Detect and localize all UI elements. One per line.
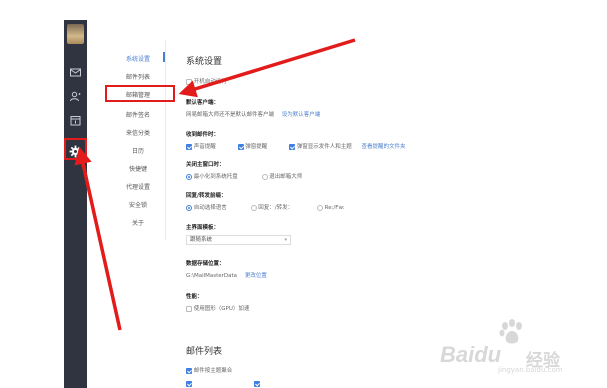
- new-mail-heading: 收到邮件时：: [186, 132, 220, 138]
- paw-logo-icon: [499, 319, 522, 344]
- baidu-watermark: Baidu 经验 jingyan.baidu.com: [440, 318, 600, 374]
- nav-item-system-settings[interactable]: 系统设置: [110, 52, 166, 63]
- autostart-checkbox[interactable]: [186, 78, 192, 85]
- theme-select-value: 跟随系统: [190, 237, 213, 243]
- aggregate-by-subject-option[interactable]: 邮件按主题聚合: [186, 366, 232, 374]
- contacts-icon[interactable]: [69, 90, 82, 103]
- left-margin: [0, 0, 64, 388]
- popup-sender-checkbox[interactable]: [289, 143, 296, 150]
- nav-item-calendar[interactable]: 日历: [110, 146, 166, 155]
- nav-item-proxy[interactable]: 代理设置: [110, 182, 166, 191]
- theme-select[interactable]: 跟随系统 ▾: [186, 235, 291, 245]
- change-location-link[interactable]: 更改位置: [245, 273, 267, 279]
- theme-heading: 主界面模板：: [186, 225, 220, 231]
- chevron-down-icon: ▾: [284, 237, 287, 243]
- default-client-heading: 默认客户端：: [186, 100, 220, 106]
- default-client-row: 网易邮箱大师还不是默认邮件客户端 设为默认客户端: [186, 110, 320, 118]
- default-client-text: 网易邮箱大师还不是默认邮件客户端: [186, 112, 275, 118]
- nav-item-label: 日历: [131, 148, 144, 155]
- performance-heading: 性能：: [186, 294, 203, 300]
- chinese-prefix-radio[interactable]: [250, 204, 257, 211]
- storage-path: G:\MailMasterData: [186, 273, 238, 279]
- nav-item-label: 关于: [131, 220, 144, 227]
- nav-item-label: 邮件列表: [125, 74, 150, 81]
- next-option-checkbox[interactable]: [186, 381, 192, 387]
- reply-prefix-options: 自动选择语言 回复：/转发： Re:/Fw:: [186, 203, 345, 211]
- popup-alert-checkbox[interactable]: [237, 143, 244, 150]
- gpu-checkbox[interactable]: [186, 305, 192, 312]
- watermark-url: jingyan.baidu.com: [498, 366, 563, 374]
- aggregate-checkbox[interactable]: [186, 367, 192, 374]
- auto-language-label: 自动选择语言: [193, 205, 227, 211]
- calendar-icon[interactable]: [69, 114, 82, 127]
- sound-alert-label: 声音提醒: [193, 144, 216, 150]
- english-prefix-label: Re:/Fw:: [324, 205, 345, 211]
- popup-sender-label: 弹窗显示发件人和主题: [296, 144, 352, 150]
- section-title-system: 系统设置: [186, 57, 223, 67]
- close-main-options: 最小化到系统托盘 退出邮箱大师: [186, 172, 302, 180]
- exit-app-label: 退出邮箱大师: [269, 174, 303, 180]
- nav-item-mail-list[interactable]: 邮件列表: [110, 72, 166, 81]
- close-main-heading: 关闭主窗口时：: [186, 162, 225, 168]
- nav-item-about[interactable]: 关于: [110, 218, 166, 227]
- nav-item-label: 系统设置: [125, 56, 150, 63]
- avatar[interactable]: [67, 24, 84, 44]
- new-mail-options: 声音提醒 弹窗提醒 弹窗显示发件人和主题 查看提醒的文件夹: [186, 142, 406, 150]
- english-prefix-radio[interactable]: [316, 204, 323, 211]
- nav-item-label: 来信分类: [125, 130, 150, 137]
- autostart-option[interactable]: 开机自动运行: [186, 77, 227, 85]
- view-alert-folders-link[interactable]: 查看提醒的文件夹: [362, 144, 406, 150]
- sound-alert-checkbox[interactable]: [186, 143, 192, 150]
- auto-language-radio[interactable]: [186, 204, 192, 211]
- storage-heading: 数据存储位置：: [186, 261, 225, 267]
- section-title-mail-list: 邮件列表: [186, 347, 223, 357]
- gpu-option[interactable]: 使用图形（GPU）加速: [186, 304, 249, 312]
- autostart-label: 开机自动运行: [193, 79, 227, 85]
- storage-row: G:\MailMasterData 更改位置: [186, 271, 267, 279]
- next-option-checkbox-2[interactable]: [253, 381, 260, 387]
- chinese-prefix-label: 回复：/转发：: [258, 205, 294, 211]
- mailbox-management-highlight-box: [105, 85, 175, 102]
- gear-icon[interactable]: [69, 143, 82, 162]
- nav-item-label: 安全锁: [128, 202, 147, 209]
- minimize-tray-label: 最小化到系统托盘: [193, 174, 238, 180]
- exit-app-radio[interactable]: [261, 173, 268, 180]
- settings-highlight-box: [64, 138, 87, 160]
- sidebar-rail: [64, 20, 87, 388]
- nav-item-label: 快捷键: [128, 166, 147, 173]
- partial-next-row: [186, 381, 260, 388]
- nav-item-label: 代理设置: [125, 184, 150, 191]
- nav-divider: [165, 40, 166, 240]
- nav-item-shortcuts[interactable]: 快捷键: [110, 164, 166, 173]
- minimize-tray-radio[interactable]: [186, 173, 192, 180]
- reply-prefix-heading: 回复/转发前缀：: [186, 193, 227, 199]
- nav-item-security-lock[interactable]: 安全锁: [110, 200, 166, 209]
- nav-item-signature[interactable]: 邮件签名: [110, 110, 166, 119]
- popup-alert-label: 弹窗提醒: [245, 144, 268, 150]
- mail-icon[interactable]: [69, 66, 82, 79]
- watermark-logo-text: Baidu: [440, 342, 502, 367]
- nav-item-classification[interactable]: 来信分类: [110, 128, 166, 137]
- nav-item-label: 邮件签名: [125, 112, 150, 119]
- aggregate-label: 邮件按主题聚合: [193, 368, 233, 374]
- set-default-link[interactable]: 设为默认客户端: [282, 112, 321, 118]
- gpu-label: 使用图形（GPU）加速: [193, 306, 250, 312]
